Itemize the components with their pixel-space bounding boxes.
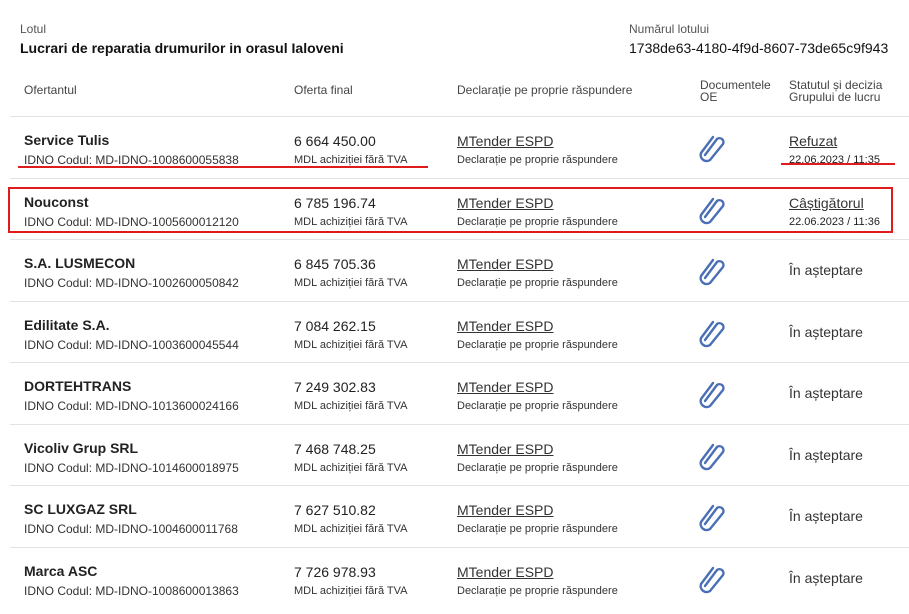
highlight-underline-bidder [18, 166, 428, 168]
highlight-box-winner [8, 187, 893, 233]
declaration-note: Declarație pe proprie răspundere [457, 523, 618, 535]
espd-link[interactable]: MTender ESPD [457, 564, 553, 580]
bidder-idno: IDNO Codul: MD-IDNO-1008600055838 [24, 153, 239, 167]
bidder-idno: IDNO Codul: MD-IDNO-1003600045544 [24, 337, 239, 352]
table-row: S.A. LUSMECON IDNO Codul: MD-IDNO-1002600… [10, 239, 909, 301]
bidder-name: Service Tulis [24, 132, 110, 148]
lot-number-label: Numărul lotului [629, 22, 710, 36]
status-text: În așteptare [789, 385, 863, 401]
offer-price: 6 664 450.00 [294, 133, 376, 149]
bidder-idno: IDNO Codul: MD-IDNO-1014600018975 [24, 460, 239, 475]
lot-label: Lotul [20, 22, 47, 36]
offer-price: 7 084 262.15 [294, 317, 376, 334]
paperclip-icon[interactable] [696, 562, 726, 594]
offer-price: 7 726 978.93 [294, 563, 376, 580]
offer-price-note: MDL achiziției fără TVA [294, 277, 408, 289]
column-header-documents: Documentele OE [700, 78, 771, 104]
bidder-idno: IDNO Codul: MD-IDNO-1013600024166 [24, 399, 239, 413]
espd-link[interactable]: MTender ESPD [457, 379, 553, 395]
lot-title: Lucrari de reparatia drumurilor in orasu… [20, 40, 344, 56]
bidder-name: Marca ASC [24, 562, 98, 579]
offer-price: 6 845 705.36 [294, 256, 376, 272]
table-row: Vicoliv Grup SRL IDNO Codul: MD-IDNO-1014… [10, 423, 909, 486]
bidder-name: Edilitate S.A. [24, 316, 110, 333]
declaration-note: Declarație pe proprie răspundere [457, 461, 618, 474]
status-text: În așteptare [789, 508, 863, 524]
offer-price: 7 249 302.83 [294, 379, 376, 395]
paperclip-icon[interactable] [696, 500, 726, 532]
bidder-idno: IDNO Codul: MD-IDNO-1002600050842 [24, 276, 239, 290]
offer-price-note: MDL achiziției fără TVA [294, 338, 408, 351]
paperclip-icon[interactable] [696, 316, 726, 348]
status-text: În așteptare [789, 569, 863, 586]
paperclip-icon[interactable] [696, 131, 726, 163]
highlight-underline-status [781, 163, 895, 165]
espd-link[interactable]: MTender ESPD [457, 318, 553, 334]
status-text: În așteptare [789, 323, 863, 340]
bidder-idno: IDNO Codul: MD-IDNO-1004600011768 [24, 522, 238, 536]
offer-price-note: MDL achiziției fără TVA [294, 461, 408, 474]
declaration-note: Declarație pe proprie răspundere [457, 154, 618, 166]
status-link[interactable]: Refuzat [789, 133, 837, 149]
declaration-note: Declarație pe proprie răspundere [457, 400, 618, 412]
column-header-status: Statutul și decizia Grupului de lucru [789, 78, 883, 104]
offer-price-note: MDL achiziției fără TVA [294, 584, 408, 597]
bidder-idno: IDNO Codul: MD-IDNO-1008600013863 [24, 583, 239, 598]
table-row: Edilitate S.A. IDNO Codul: MD-IDNO-100360… [10, 300, 909, 363]
status-text: În așteptare [789, 262, 863, 278]
offer-price: 7 627 510.82 [294, 502, 376, 518]
declaration-note: Declarație pe proprie răspundere [457, 338, 618, 351]
offer-price-note: MDL achiziției fără TVA [294, 154, 408, 166]
offer-price-note: MDL achiziției fără TVA [294, 523, 408, 535]
espd-link[interactable]: MTender ESPD [457, 133, 553, 149]
status-text: În așteptare [789, 446, 863, 463]
table-row: Marca ASC IDNO Codul: MD-IDNO-10086000138… [10, 546, 909, 609]
lot-header: Lotul Lucrari de reparatia drumurilor in… [0, 0, 909, 70]
table-row: DORTEHTRANS IDNO Codul: MD-IDNO-101360002… [10, 362, 909, 424]
table-row: SC LUXGAZ SRL IDNO Codul: MD-IDNO-1004600… [10, 485, 909, 547]
table-row: Service Tulis IDNO Codul: MD-IDNO-1008600… [10, 116, 909, 178]
bidder-name: Vicoliv Grup SRL [24, 439, 139, 456]
declaration-note: Declarație pe proprie răspundere [457, 584, 618, 597]
bidder-name: SC LUXGAZ SRL [24, 501, 137, 517]
declaration-note: Declarație pe proprie răspundere [457, 277, 618, 289]
offer-price: 7 468 748.25 [294, 440, 376, 457]
paperclip-icon[interactable] [696, 254, 726, 286]
offer-price-note: MDL achiziției fără TVA [294, 400, 408, 412]
espd-link[interactable]: MTender ESPD [457, 441, 553, 457]
bidder-name: DORTEHTRANS [24, 378, 132, 394]
espd-link[interactable]: MTender ESPD [457, 502, 553, 518]
lot-number-value: 1738de63-4180-4f9d-8607-73de65c9f943 [629, 40, 889, 56]
paperclip-icon[interactable] [696, 377, 726, 409]
espd-link[interactable]: MTender ESPD [457, 256, 553, 272]
paperclip-icon[interactable] [696, 439, 726, 471]
bidder-name: S.A. LUSMECON [24, 255, 136, 271]
